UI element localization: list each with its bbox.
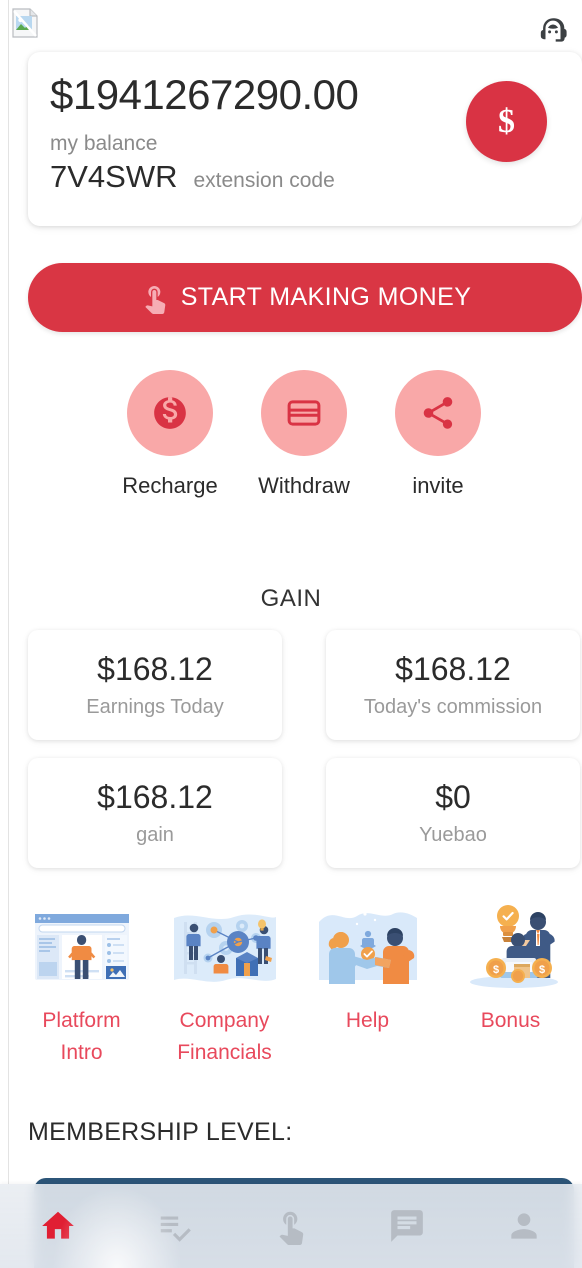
balance-label: my balance — [50, 132, 158, 155]
gain-label: Yuebao — [419, 824, 487, 846]
start-making-money-button[interactable]: START MAKING MONEY — [28, 263, 582, 332]
balance-card: $1941267290.00 my balance 7V4SWR extensi… — [28, 52, 582, 226]
share-icon — [395, 370, 481, 456]
gain-row: $168.12 Earnings Today $168.12 Today's c… — [28, 630, 582, 740]
gain-label: Today's commission — [363, 696, 543, 718]
entry-links-row: Platform Intro Company Financials Help $… — [10, 900, 582, 1068]
dollar-badge-icon[interactable]: $ — [466, 81, 547, 162]
balance-amount: $1941267290.00 — [50, 71, 359, 118]
person-icon — [511, 1213, 537, 1239]
membership-level-title: MEMBERSHIP LEVEL: — [28, 1118, 293, 1146]
nav-item-messages[interactable] — [349, 1184, 465, 1268]
gain-card-earnings-today[interactable]: $168.12 Earnings Today — [28, 630, 282, 740]
gain-value: $0 — [435, 779, 471, 815]
entry-company-financials[interactable]: Company Financials — [153, 900, 296, 1068]
entry-label: Platform Intro — [42, 1009, 121, 1064]
nav-item-tasks[interactable] — [116, 1184, 232, 1268]
entry-label: Help — [345, 1009, 390, 1032]
quick-action-withdraw[interactable]: Withdraw — [237, 370, 371, 497]
cta-label: START MAKING MONEY — [180, 283, 472, 311]
quick-action-label: Recharge — [122, 473, 218, 498]
extension-code-value: 7V4SWR — [50, 159, 178, 194]
gain-value: $168.12 — [97, 779, 213, 815]
page-frame-border — [8, 0, 9, 1268]
app-screen: $1941267290.00 my balance 7V4SWR extensi… — [0, 0, 582, 1268]
gain-section-title: GAIN — [260, 585, 322, 612]
gain-card-grid: $168.12 Earnings Today $168.12 Today's c… — [28, 630, 582, 886]
touch-app-icon — [139, 282, 171, 314]
gain-card-gain[interactable]: $168.12 gain — [28, 758, 282, 868]
quick-action-invite[interactable]: invite — [371, 370, 505, 497]
bottom-navigation-bar — [0, 1184, 582, 1268]
gain-label: gain — [136, 824, 174, 846]
home-icon — [42, 1211, 75, 1239]
extension-code-label: extension code — [193, 169, 335, 192]
nav-item-home[interactable] — [0, 1184, 116, 1268]
app-header — [0, 0, 582, 52]
extension-code-row: 7V4SWR extension code — [50, 161, 335, 192]
gain-value: $168.12 — [97, 651, 213, 687]
entry-label: Company Financials — [177, 1009, 272, 1064]
chat-message-icon — [391, 1210, 424, 1242]
nav-item-earn[interactable] — [233, 1184, 349, 1268]
credit-card-icon — [261, 370, 347, 456]
company-financials-illustration-icon — [170, 900, 280, 995]
svg-text:$: $ — [492, 964, 498, 976]
monetization-on-icon — [127, 370, 213, 456]
gain-value: $168.12 — [395, 651, 511, 687]
touch-app-icon — [279, 1211, 304, 1245]
quick-action-recharge[interactable]: Recharge — [103, 370, 237, 497]
quick-action-label: invite — [412, 473, 464, 498]
quick-action-label: Withdraw — [258, 473, 350, 498]
customer-support-icon[interactable] — [536, 14, 570, 48]
entry-platform-intro[interactable]: Platform Intro — [10, 900, 153, 1068]
gain-label: Earnings Today — [86, 696, 224, 718]
entry-label: Bonus — [480, 1009, 541, 1032]
help-handshake-illustration-icon — [313, 900, 423, 995]
svg-text:$: $ — [538, 964, 544, 976]
dollar-badge-symbol: $ — [498, 102, 515, 140]
nav-item-profile[interactable] — [466, 1184, 582, 1268]
gain-card-yuebao[interactable]: $0 Yuebao — [326, 758, 580, 868]
quick-actions-row: Recharge Withdraw invite — [103, 370, 505, 497]
entry-help[interactable]: Help — [296, 900, 439, 1068]
playlist-add-check-icon — [160, 1216, 191, 1242]
gain-row: $168.12 gain $0 Yuebao — [28, 758, 582, 868]
gain-card-todays-commission[interactable]: $168.12 Today's commission — [326, 630, 580, 740]
bonus-reward-illustration-icon: $ $ — [456, 900, 566, 995]
platform-intro-illustration-icon — [27, 900, 137, 995]
entry-bonus[interactable]: $ $ Bonus — [439, 900, 582, 1068]
broken-image-icon — [12, 8, 38, 38]
